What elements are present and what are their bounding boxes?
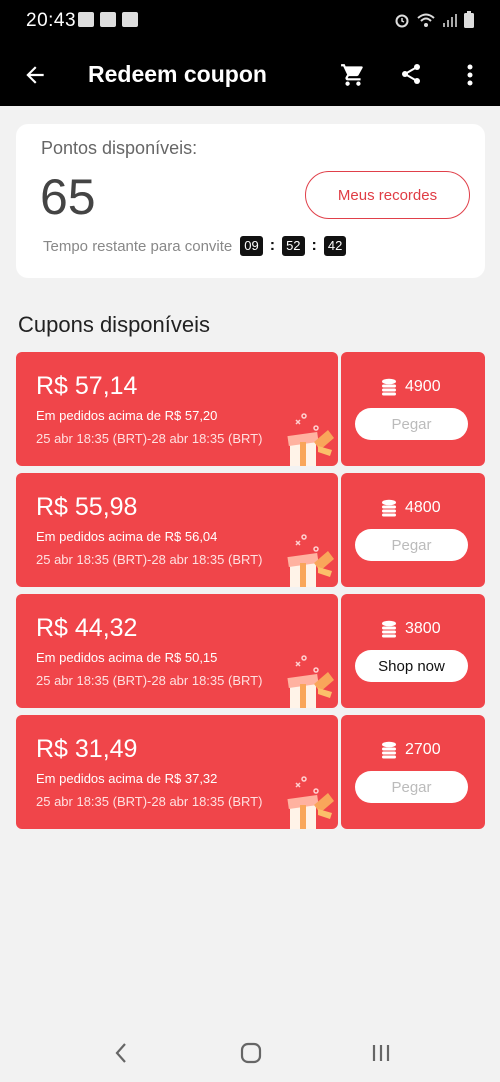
invite-timer: Tempo restante para convite 09 : 52 : 42 [43, 236, 347, 256]
coupon-points: 3800 [381, 620, 441, 638]
status-bar: 20:43 [0, 0, 500, 44]
coin-stack-icon [382, 741, 396, 759]
coupon-points-value: 3800 [405, 620, 441, 637]
timer-separator: : [269, 237, 276, 254]
coupon-card: R$ 55,98 Em pedidos acima de R$ 56,04 25… [16, 473, 485, 587]
coupon-redeem-panel: 2700 Pegar [341, 715, 485, 829]
timer-minutes: 52 [282, 236, 305, 256]
coupon-amount: R$ 57,14 [36, 372, 138, 400]
ticket-edge [480, 473, 485, 587]
coupon-validity: 25 abr 18:35 (BRT)-28 abr 18:35 (BRT) [36, 794, 263, 809]
gift-box-icon [287, 776, 334, 829]
points-label: Pontos disponíveis: [41, 138, 198, 158]
coupon-condition: Em pedidos acima de R$ 50,15 [36, 650, 218, 665]
coupon-info: R$ 31,49 Em pedidos acima de R$ 37,32 25… [16, 715, 338, 829]
shop-now-button[interactable]: Shop now [355, 650, 468, 682]
gift-box-icon [287, 413, 334, 466]
my-records-button[interactable]: Meus recordes [305, 171, 470, 219]
notification-icons [78, 12, 138, 27]
more-vert-icon[interactable] [462, 62, 478, 88]
nav-back-icon[interactable] [113, 1042, 129, 1064]
system-nav-bar [0, 1026, 500, 1082]
back-arrow-icon[interactable] [22, 62, 48, 88]
ticket-edge [480, 594, 485, 708]
coupon-condition: Em pedidos acima de R$ 57,20 [36, 408, 218, 423]
coupon-points-value: 4900 [405, 378, 441, 395]
ticket-edge [16, 594, 21, 708]
coupon-condition: Em pedidos acima de R$ 37,32 [36, 771, 218, 786]
get-coupon-button[interactable]: Pegar [355, 529, 468, 561]
points-card: Pontos disponíveis: 65 Meus recordes Tem… [16, 124, 485, 278]
timer-seconds: 42 [323, 236, 347, 256]
timer-hours: 09 [240, 236, 263, 256]
page-title: Redeem coupon [88, 61, 267, 87]
coupon-validity: 25 abr 18:35 (BRT)-28 abr 18:35 (BRT) [36, 552, 263, 567]
coupon-redeem-panel: 3800 Shop now [341, 594, 485, 708]
coin-stack-icon [382, 499, 396, 517]
points-value: 65 [40, 169, 96, 225]
app-bar: Redeem coupon [0, 44, 500, 106]
notification-icon [78, 12, 94, 27]
gift-box-icon [287, 534, 334, 587]
coupon-points-value: 2700 [405, 741, 441, 758]
nav-recents-icon[interactable] [370, 1042, 392, 1064]
share-icon[interactable] [399, 62, 423, 86]
system-icons [394, 11, 474, 28]
alarm-icon [395, 14, 409, 27]
coupon-amount: R$ 31,49 [36, 735, 138, 763]
ticket-edge [16, 352, 21, 466]
cart-icon[interactable] [340, 62, 366, 88]
ticket-edge [480, 352, 485, 466]
coupon-card: R$ 31,49 Em pedidos acima de R$ 37,32 25… [16, 715, 485, 829]
gallery-icon [122, 12, 138, 27]
coin-stack-icon [382, 620, 396, 638]
signal-icon [443, 13, 457, 27]
coupon-amount: R$ 55,98 [36, 493, 138, 521]
coupon-points: 2700 [381, 741, 441, 759]
nav-home-icon[interactable] [240, 1042, 262, 1064]
coupon-info: R$ 55,98 Em pedidos acima de R$ 56,04 25… [16, 473, 338, 587]
coupon-validity: 25 abr 18:35 (BRT)-28 abr 18:35 (BRT) [36, 673, 263, 688]
notification-icon [100, 12, 116, 27]
timer-label: Tempo restante para convite [43, 237, 233, 255]
ticket-edge [480, 715, 485, 829]
coupon-points-value: 4800 [405, 499, 441, 516]
battery-icon [464, 11, 474, 28]
coupon-points: 4900 [381, 378, 441, 396]
coupon-validity: 25 abr 18:35 (BRT)-28 abr 18:35 (BRT) [36, 431, 263, 446]
status-time: 20:43 [26, 10, 77, 31]
coin-stack-icon [382, 378, 396, 396]
get-coupon-button[interactable]: Pegar [355, 771, 468, 803]
get-coupon-button[interactable]: Pegar [355, 408, 468, 440]
coupon-redeem-panel: 4800 Pegar [341, 473, 485, 587]
coupon-info: R$ 44,32 Em pedidos acima de R$ 50,15 25… [16, 594, 338, 708]
coupon-redeem-panel: 4900 Pegar [341, 352, 485, 466]
coupon-card: R$ 44,32 Em pedidos acima de R$ 50,15 25… [16, 594, 485, 708]
coupon-points: 4800 [381, 499, 441, 517]
coupon-condition: Em pedidos acima de R$ 56,04 [36, 529, 218, 544]
coupon-card: R$ 57,14 Em pedidos acima de R$ 57,20 25… [16, 352, 485, 466]
coupons-section-title: Cupons disponíveis [18, 312, 211, 337]
ticket-edge [16, 473, 21, 587]
coupon-amount: R$ 44,32 [36, 614, 138, 642]
gift-box-icon [287, 655, 334, 708]
timer-separator: : [311, 237, 317, 254]
ticket-edge [16, 715, 21, 829]
wifi-icon [417, 13, 435, 27]
coupon-info: R$ 57,14 Em pedidos acima de R$ 57,20 25… [16, 352, 338, 466]
